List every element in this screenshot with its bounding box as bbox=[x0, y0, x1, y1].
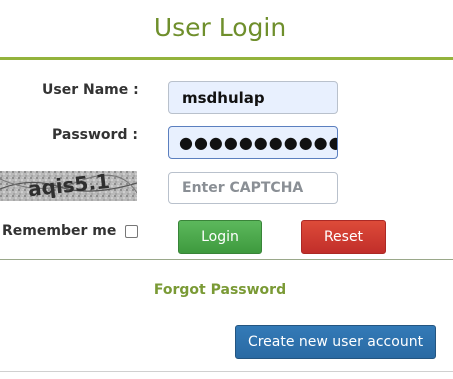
username-input[interactable] bbox=[168, 81, 338, 114]
login-button[interactable]: Login bbox=[178, 220, 262, 254]
reset-button[interactable]: Reset bbox=[301, 220, 386, 254]
password-label: Password : bbox=[52, 127, 138, 143]
remember-me-label: Remember me bbox=[2, 223, 117, 239]
password-input[interactable]: ●●●●●●●●●●●●●●● bbox=[168, 126, 338, 159]
create-account-button[interactable]: Create new user account bbox=[235, 325, 436, 359]
section-divider bbox=[0, 259, 453, 260]
bottom-divider bbox=[0, 371, 453, 372]
captcha-input[interactable] bbox=[168, 172, 338, 204]
forgot-password-link[interactable]: Forgot Password bbox=[0, 282, 440, 298]
remember-me-checkbox[interactable] bbox=[125, 225, 138, 238]
header-divider bbox=[0, 57, 453, 60]
username-label: User Name : bbox=[42, 82, 139, 98]
captcha-icon: aqis5.1 bbox=[0, 171, 137, 201]
page-title: User Login bbox=[153, 13, 287, 42]
captcha-image: aqis5.1 bbox=[0, 171, 137, 201]
